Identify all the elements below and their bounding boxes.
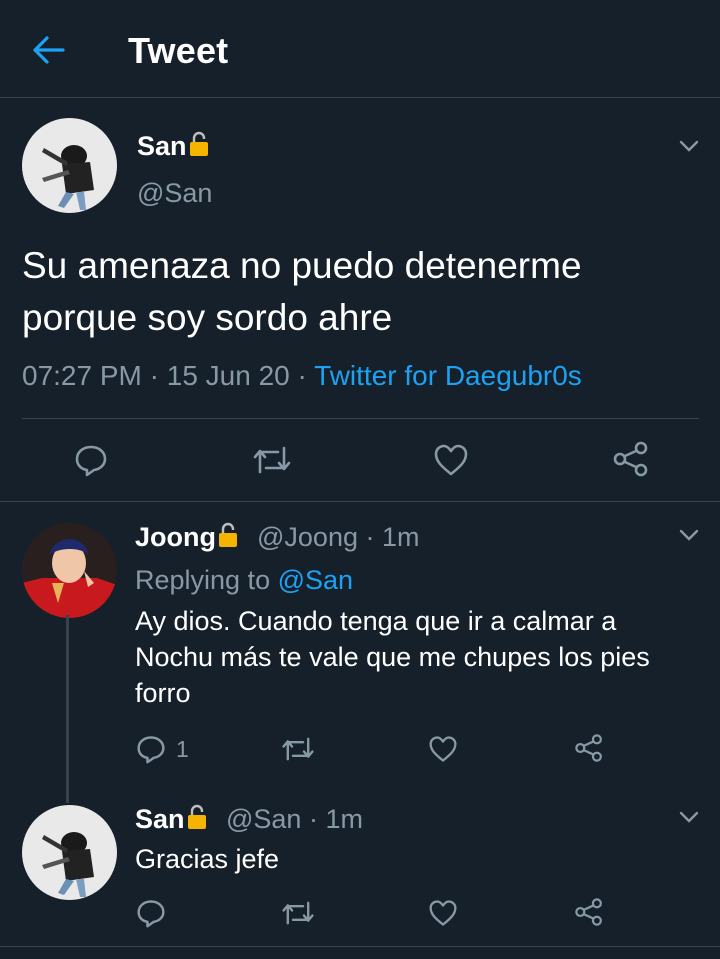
replying-to-link[interactable]: @San bbox=[278, 565, 353, 595]
share-icon bbox=[575, 898, 602, 926]
like-button[interactable] bbox=[428, 735, 458, 763]
chevron-down-icon[interactable] bbox=[678, 528, 700, 542]
author-name[interactable]: San bbox=[137, 131, 209, 162]
avatar[interactable] bbox=[22, 523, 117, 618]
tweet-meta: 07:27 PM · 15 Jun 20 · Twitter for Daegu… bbox=[22, 360, 582, 392]
back-button[interactable] bbox=[30, 33, 66, 67]
author-name[interactable]: San bbox=[135, 804, 207, 835]
top-bar: Tweet bbox=[0, 0, 720, 98]
replying-to-label: Replying to bbox=[135, 565, 278, 595]
heart-icon bbox=[434, 444, 468, 476]
heart-icon bbox=[429, 736, 457, 762]
avatar[interactable] bbox=[22, 805, 117, 900]
author-name-text: San bbox=[135, 804, 185, 834]
like-button[interactable] bbox=[428, 899, 458, 927]
avatar-image bbox=[22, 118, 117, 213]
chevron-down-icon[interactable] bbox=[678, 810, 700, 824]
tweet-date: 15 Jun 20 bbox=[166, 360, 290, 391]
retweet-icon bbox=[253, 446, 291, 474]
author-handle[interactable]: @Joong · 1m bbox=[257, 522, 419, 553]
arrow-left-icon bbox=[33, 36, 65, 64]
lock-icon bbox=[189, 131, 208, 156]
replying-to: Replying to @San bbox=[135, 565, 353, 596]
avatar[interactable] bbox=[22, 118, 117, 213]
page-title: Tweet bbox=[128, 30, 229, 71]
reply-button[interactable] bbox=[74, 443, 108, 477]
heart-icon bbox=[429, 900, 457, 926]
like-button[interactable] bbox=[433, 443, 469, 477]
tweet-text: Su amenaza no puedo detenerme porque soy… bbox=[22, 245, 582, 338]
retweet-icon bbox=[282, 901, 314, 925]
share-icon bbox=[575, 734, 602, 762]
retweet-icon bbox=[282, 737, 314, 761]
avatar-image bbox=[22, 523, 117, 618]
reply-text: Ay dios. Cuando tenga que ir a calmar a … bbox=[135, 606, 650, 708]
divider bbox=[22, 418, 699, 419]
retweet-button[interactable] bbox=[252, 444, 292, 476]
share-icon bbox=[613, 441, 648, 477]
tweet-time: 07:27 PM bbox=[22, 360, 142, 391]
reply-icon bbox=[137, 736, 165, 764]
divider bbox=[0, 946, 720, 947]
retweet-button[interactable] bbox=[281, 735, 315, 763]
meta-separator: · bbox=[297, 360, 307, 391]
chevron-down-icon[interactable] bbox=[678, 139, 700, 153]
reply-text: Gracias jefe bbox=[135, 844, 280, 874]
author-name-text: San bbox=[137, 131, 187, 161]
reply-button[interactable]: 1 bbox=[136, 734, 189, 764]
reply-icon bbox=[137, 900, 165, 928]
lock-icon bbox=[219, 522, 237, 547]
thread-connector bbox=[66, 615, 69, 803]
reply-count: 1 bbox=[176, 735, 189, 762]
lock-icon bbox=[187, 804, 206, 829]
share-button[interactable] bbox=[574, 897, 604, 927]
share-button[interactable] bbox=[612, 441, 650, 477]
reply-button[interactable] bbox=[136, 898, 166, 928]
author-handle[interactable]: @San · 1m bbox=[226, 804, 363, 835]
share-button[interactable] bbox=[574, 733, 604, 763]
retweet-button[interactable] bbox=[281, 899, 315, 927]
author-name[interactable]: Joong bbox=[135, 522, 238, 553]
meta-separator: · bbox=[149, 360, 159, 391]
author-name-text: Joong bbox=[135, 522, 216, 552]
avatar-image bbox=[22, 805, 117, 900]
author-handle[interactable]: @San bbox=[137, 178, 212, 209]
divider bbox=[0, 501, 720, 502]
tweet-source-link[interactable]: Twitter for Daegubr0s bbox=[314, 360, 582, 391]
reply-icon bbox=[75, 445, 107, 477]
